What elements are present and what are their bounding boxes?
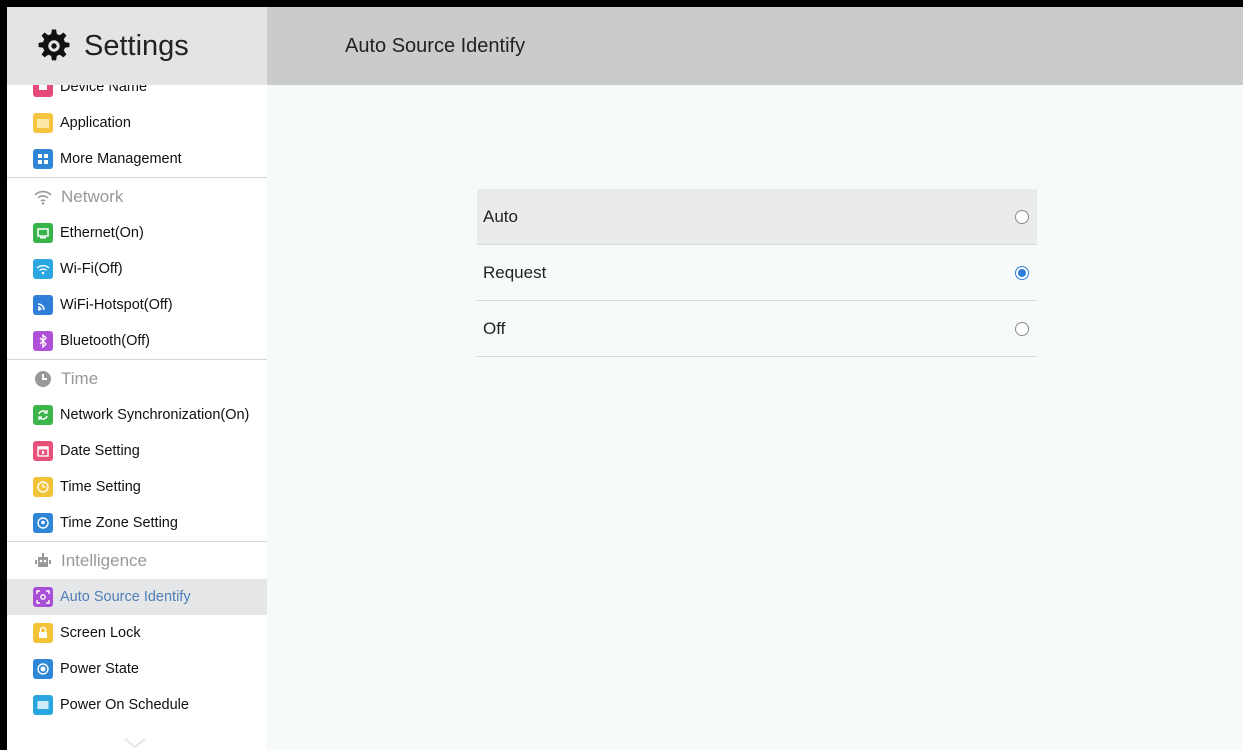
settings-header: Settings (7, 7, 267, 85)
device-name-icon (33, 85, 53, 97)
sidebar-item-label: Bluetooth(Off) (60, 333, 151, 349)
sync-icon (33, 405, 53, 425)
wifi-icon (33, 187, 53, 207)
option-label: Off (483, 318, 506, 338)
clock-icon (33, 369, 53, 389)
sidebar-item-network-synchronization-on[interactable]: Network Synchronization(On) (7, 397, 267, 433)
option-auto[interactable]: Auto (477, 189, 1037, 245)
option-label: Request (483, 262, 547, 282)
location-icon (33, 513, 53, 533)
power-state-icon (33, 659, 53, 679)
sidebar-item-more-management[interactable]: More Management (7, 141, 267, 177)
page-title: Auto Source Identify (345, 34, 526, 57)
sidebar-item-bluetooth-off[interactable]: Bluetooth(Off) (7, 323, 267, 359)
sidebar-item-label: Auto Source Identify (60, 589, 191, 605)
robot-icon (33, 551, 53, 571)
radio-button[interactable] (1015, 265, 1029, 280)
sidebar-item-screen-lock[interactable]: Screen Lock (7, 615, 267, 651)
ethernet-icon (33, 223, 53, 243)
clock-icon (33, 477, 53, 497)
sidebar-group-network: Network (7, 177, 267, 215)
sidebar-item-wi-fi-off[interactable]: Wi-Fi(Off) (7, 251, 267, 287)
chevron-down-icon[interactable] (124, 738, 146, 748)
more-management-icon (33, 149, 53, 169)
app-title: Settings (84, 29, 189, 62)
sidebar-item-auto-source-identify[interactable]: Auto Source Identify (7, 579, 267, 615)
sidebar-item-time-setting[interactable]: Time Setting (7, 469, 267, 505)
sidebar-item-label: Date Setting (60, 443, 140, 459)
sidebar-item-label: Power On Schedule (60, 697, 189, 713)
option-request[interactable]: Request (477, 245, 1037, 301)
sidebar-item-application[interactable]: Application (7, 105, 267, 141)
sidebar-item-date-setting[interactable]: Date Setting (7, 433, 267, 469)
sidebar-group-time: Time (7, 359, 267, 397)
sidebar-item-label: Wi-Fi(Off) (60, 261, 123, 277)
sidebar-group-label: Intelligence (61, 550, 148, 570)
sidebar-item-label: Application (60, 115, 131, 131)
sidebar-item-wifi-hotspot-off[interactable]: WiFi-Hotspot(Off) (7, 287, 267, 323)
sidebar-list: Device Name Application More Management Net… (7, 85, 267, 723)
source-identify-icon (33, 587, 53, 607)
sidebar-item-label: Device Name (60, 85, 148, 95)
main-panel: Auto Request Off (267, 85, 1243, 750)
sidebar-group-intelligence: Intelligence (7, 541, 267, 579)
sidebar-item-power-state[interactable]: Power State (7, 651, 267, 687)
sidebar-group-label: Network (61, 186, 124, 206)
sidebar-item-label: Time Setting (60, 479, 141, 495)
schedule-icon (33, 695, 53, 715)
sidebar-item-label: Screen Lock (60, 625, 141, 641)
option-off[interactable]: Off (477, 301, 1037, 357)
sidebar-item-power-on-schedule[interactable]: Power On Schedule (7, 687, 267, 723)
lock-icon (33, 623, 53, 643)
calendar-icon (33, 441, 53, 461)
radio-button[interactable] (1015, 321, 1029, 336)
sidebar-item-time-zone-setting[interactable]: Time Zone Setting (7, 505, 267, 541)
sidebar-item-label: WiFi-Hotspot(Off) (60, 297, 173, 313)
radio-button[interactable] (1015, 209, 1029, 224)
wifi-icon (33, 259, 53, 279)
bluetooth-icon (33, 331, 53, 351)
sidebar-item-label: Power State (60, 661, 139, 677)
sidebar-item-device-name[interactable]: Device Name (7, 85, 267, 105)
page-header: Auto Source Identify (267, 7, 1243, 85)
settings-window: Settings Auto Source Identify Device Nam… (7, 7, 1243, 750)
sidebar-group-label: Time (61, 368, 99, 388)
option-label: Auto (483, 206, 518, 226)
sidebar[interactable]: Device Name Application More Management Net… (7, 85, 267, 750)
sidebar-item-label: More Management (60, 151, 182, 167)
gear-icon (38, 29, 70, 61)
sidebar-item-ethernet-on[interactable]: Ethernet(On) (7, 215, 267, 251)
sidebar-item-label: Time Zone Setting (60, 515, 178, 531)
application-icon (33, 113, 53, 133)
sidebar-item-label: Ethernet(On) (60, 225, 144, 241)
source-options-list: Auto Request Off (477, 189, 1037, 357)
sidebar-item-label: Network Synchronization(On) (60, 407, 250, 423)
hotspot-icon (33, 295, 53, 315)
